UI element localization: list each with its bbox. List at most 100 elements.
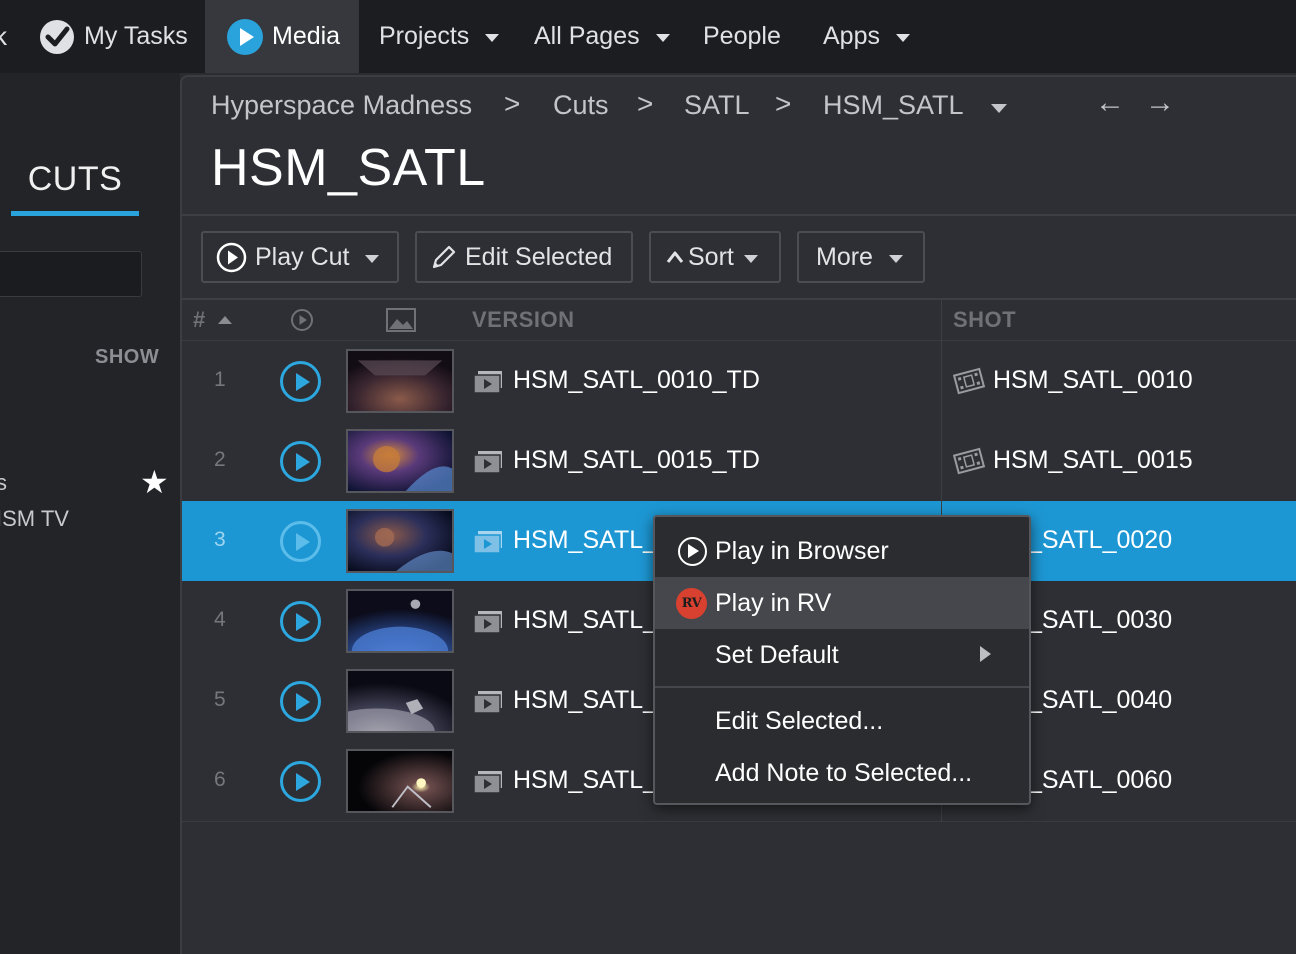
thumbnail-column-icon bbox=[386, 308, 416, 332]
tab-cuts[interactable]: CUTS bbox=[11, 160, 139, 199]
play-circle-icon[interactable] bbox=[280, 441, 321, 482]
more-label: More bbox=[816, 242, 873, 271]
breadcrumb-cuts[interactable]: Cuts bbox=[553, 90, 609, 121]
shot-name[interactable]: _SATL_0060 bbox=[1028, 766, 1172, 795]
column-header-shot[interactable]: SHOT bbox=[953, 307, 1016, 333]
version-icon bbox=[473, 771, 502, 794]
nav-my-tasks-label: My Tasks bbox=[84, 22, 188, 50]
version-icon bbox=[473, 611, 502, 634]
play-circle-icon bbox=[678, 537, 707, 566]
star-icon[interactable]: ★ bbox=[140, 466, 169, 498]
menu-item-edit-selected[interactable]: Edit Selected... bbox=[655, 695, 1029, 747]
version-name[interactable]: HSM_SATL_ bbox=[513, 766, 657, 795]
nav-people-label: People bbox=[703, 22, 781, 50]
toolbar-divider bbox=[182, 298, 1296, 300]
breadcrumb-project[interactable]: Hyperspace Madness bbox=[211, 90, 472, 121]
nav-all-pages[interactable]: All Pages bbox=[534, 0, 670, 73]
shot-film-icon bbox=[953, 447, 985, 475]
sidebar-item-fragment[interactable]: s bbox=[0, 470, 7, 496]
menu-item-label: Play in RV bbox=[715, 589, 832, 617]
column-header-number[interactable]: # bbox=[193, 307, 233, 333]
menu-item-label: Set Default bbox=[715, 641, 839, 669]
menu-divider bbox=[655, 686, 1029, 688]
nav-people[interactable]: People bbox=[703, 0, 781, 73]
sidebar-search-input[interactable] bbox=[0, 251, 142, 297]
shot-name[interactable]: _SATL_0040 bbox=[1028, 686, 1172, 715]
row-number: 5 bbox=[214, 688, 226, 711]
version-name[interactable]: HSM_SATL_ bbox=[513, 526, 657, 555]
chevron-down-icon bbox=[365, 254, 380, 263]
play-circle-icon[interactable] bbox=[280, 601, 321, 642]
chevron-down-icon bbox=[895, 34, 910, 42]
play-circle-icon[interactable] bbox=[280, 361, 321, 402]
nav-my-tasks[interactable]: My Tasks bbox=[38, 0, 188, 73]
menu-item-play-in-browser[interactable]: Play in Browser bbox=[655, 525, 1029, 577]
version-thumbnail[interactable] bbox=[346, 349, 454, 413]
nav-all-pages-label: All Pages bbox=[534, 22, 640, 50]
page-title: HSM_SATL bbox=[211, 139, 486, 197]
row-number: 3 bbox=[214, 528, 226, 551]
shot-name[interactable]: HSM_SATL_0015 bbox=[993, 446, 1193, 475]
nav-media-label: Media bbox=[272, 22, 341, 50]
version-icon bbox=[473, 371, 502, 394]
nav-apps-label: Apps bbox=[823, 22, 880, 50]
shot-film-icon bbox=[953, 367, 985, 395]
play-column-icon bbox=[291, 309, 313, 331]
shot-name[interactable]: _SATL_0020 bbox=[1028, 526, 1172, 555]
forward-arrow-icon[interactable]: → bbox=[1145, 88, 1175, 118]
chevron-right-icon bbox=[980, 646, 991, 662]
table-row[interactable]: 2 HSM_SATL_0015_TD HSM_SATL_0015 bbox=[182, 421, 1296, 501]
sidebar-project-name[interactable]: ISM TV bbox=[0, 506, 69, 532]
version-thumbnail[interactable] bbox=[346, 669, 454, 733]
version-thumbnail[interactable] bbox=[346, 429, 454, 493]
menu-item-play-in-rv[interactable]: RV Play in RV bbox=[655, 577, 1029, 629]
edit-selected-label: Edit Selected bbox=[465, 242, 613, 271]
version-thumbnail[interactable] bbox=[346, 589, 454, 653]
rv-logo-icon: RV bbox=[676, 588, 707, 619]
play-circle-icon[interactable] bbox=[280, 681, 321, 722]
breadcrumb-current[interactable]: HSM_SATL bbox=[823, 90, 964, 121]
menu-item-label: Play in Browser bbox=[715, 537, 889, 565]
top-navigation: k My Tasks Media Projects All Pages Peop… bbox=[0, 0, 1296, 73]
table-row[interactable]: 1 HSM_SATL_0010_TD HSM_SATL_0010 bbox=[182, 341, 1296, 421]
nav-apps[interactable]: Apps bbox=[823, 0, 910, 73]
chevron-down-icon bbox=[888, 254, 903, 263]
play-cut-button[interactable]: Play Cut bbox=[201, 231, 399, 283]
version-name[interactable]: HSM_SATL_0015_TD bbox=[513, 446, 760, 475]
nav-media[interactable]: Media bbox=[205, 0, 359, 73]
active-tab-indicator bbox=[11, 211, 139, 216]
chevron-down-icon bbox=[743, 254, 758, 263]
play-circle-icon[interactable] bbox=[280, 521, 321, 562]
pencil-icon bbox=[432, 245, 456, 269]
breadcrumb-separator: > bbox=[504, 88, 521, 119]
version-thumbnail[interactable] bbox=[346, 749, 454, 813]
shot-name[interactable]: HSM_SATL_0010 bbox=[993, 366, 1193, 395]
more-button[interactable]: More bbox=[797, 231, 925, 283]
nav-overflow-fragment[interactable]: k bbox=[0, 0, 7, 73]
version-name[interactable]: HSM_SATL_0010_TD bbox=[513, 366, 760, 395]
check-circle-icon bbox=[40, 19, 74, 54]
version-icon bbox=[473, 451, 502, 474]
row-number: 1 bbox=[214, 368, 226, 391]
version-name[interactable]: HSM_SATL_ bbox=[513, 686, 657, 715]
back-arrow-icon[interactable]: ← bbox=[1095, 88, 1125, 118]
column-header-version[interactable]: VERSION bbox=[472, 307, 575, 333]
breadcrumb-dropdown-icon[interactable] bbox=[991, 104, 1007, 113]
menu-item-add-note[interactable]: Add Note to Selected... bbox=[655, 747, 1029, 799]
version-name[interactable]: HSM_SATL_ bbox=[513, 606, 657, 635]
chevron-down-icon bbox=[485, 34, 500, 42]
table-bottom-border bbox=[182, 821, 1296, 822]
menu-item-set-default[interactable]: Set Default bbox=[655, 629, 1029, 681]
version-thumbnail[interactable] bbox=[346, 509, 454, 573]
edit-selected-button[interactable]: Edit Selected bbox=[415, 231, 633, 283]
play-circle-icon[interactable] bbox=[280, 761, 321, 802]
sort-button[interactable]: Sort bbox=[649, 231, 781, 283]
nav-projects[interactable]: Projects bbox=[379, 0, 500, 73]
column-header-number-label: # bbox=[193, 307, 206, 332]
breadcrumb-separator: > bbox=[775, 88, 792, 119]
breadcrumb-separator: > bbox=[637, 88, 654, 119]
nav-projects-label: Projects bbox=[379, 22, 470, 50]
chevron-down-icon bbox=[655, 34, 670, 42]
breadcrumb-sequence[interactable]: SATL bbox=[684, 90, 750, 121]
shot-name[interactable]: _SATL_0030 bbox=[1028, 606, 1172, 635]
